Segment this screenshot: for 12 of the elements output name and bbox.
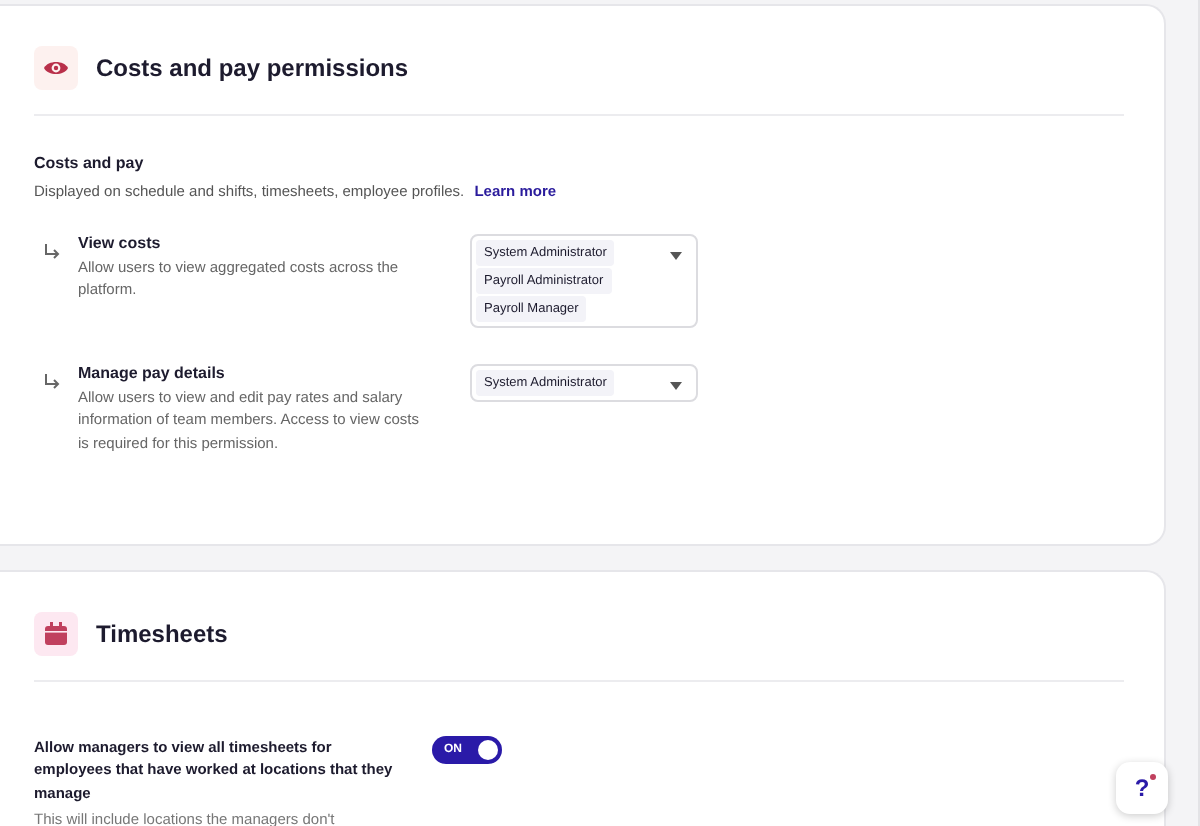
caret-icon	[670, 382, 682, 390]
calendar-icon	[34, 612, 78, 656]
indent-arrow-icon	[44, 374, 60, 390]
help-button[interactable]: ?	[1116, 762, 1168, 814]
eye-icon	[34, 46, 78, 90]
section-title: Costs and pay permissions	[96, 54, 409, 82]
permission-title: Manage pay details	[78, 364, 227, 382]
group-title: Costs and pay	[34, 154, 146, 172]
section-title: Timesheets	[96, 620, 228, 648]
permission-title: View costs	[78, 234, 163, 252]
caret-icon	[670, 252, 682, 260]
indent-arrow-icon	[44, 244, 60, 260]
